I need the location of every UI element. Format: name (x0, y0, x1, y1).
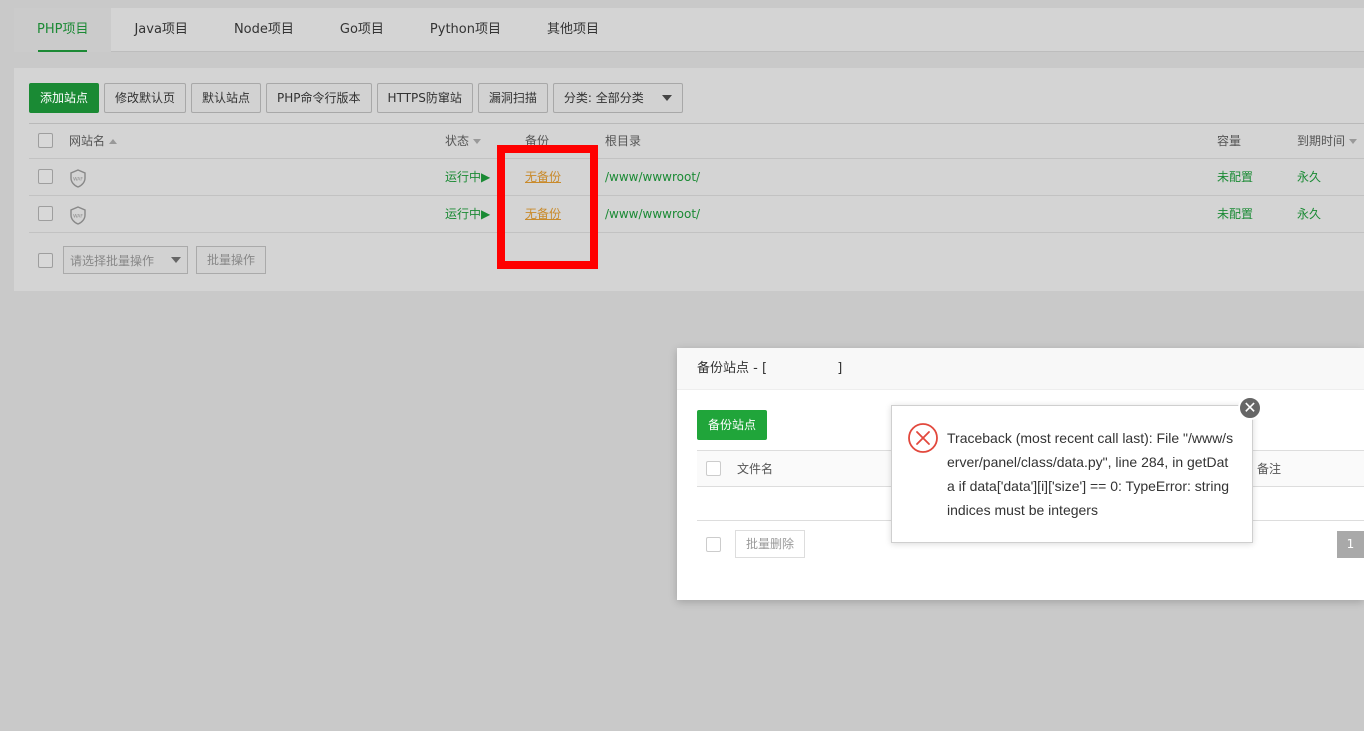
select-all-checkbox[interactable] (38, 133, 53, 148)
site-list-panel: 添加站点 修改默认页 默认站点 PHP命令行版本 HTTPS防窜站 漏洞扫描 分… (14, 68, 1364, 291)
capacity-link[interactable]: 未配置 (1217, 196, 1253, 232)
batch-operations: 请选择批量操作 批量操作 (38, 246, 267, 274)
error-x-icon (908, 423, 938, 453)
backup-site-button[interactable]: 备份站点 (697, 410, 768, 440)
waf-shield-icon[interactable]: WAF (69, 169, 87, 188)
row-checkbox[interactable] (38, 169, 53, 184)
default-site-button[interactable]: 默认站点 (191, 83, 262, 113)
table-row: WAF 运行中▶ 无备份 /www/wwwroot/ 未配置 永久 (29, 159, 1364, 196)
batch-operation-select[interactable]: 请选择批量操作 (63, 246, 188, 274)
tab-java[interactable]: Java项目 (111, 8, 210, 52)
php-cli-version-button[interactable]: PHP命令行版本 (266, 83, 372, 113)
error-message-popup: Traceback (most recent call last): File … (891, 405, 1253, 543)
batch-select-all-checkbox[interactable] (38, 252, 53, 268)
table-header: 网站名 状态 备份 根目录 容量 到期时间 (29, 124, 1364, 159)
status-running[interactable]: 运行中▶ (445, 159, 490, 195)
expire-link[interactable]: 永久 (1297, 159, 1321, 195)
category-select[interactable]: 分类: 全部分类 (552, 83, 683, 113)
header-filename: 文件名 (737, 462, 774, 476)
pagination-page[interactable]: 1 (1337, 531, 1364, 558)
sort-desc-icon (473, 139, 482, 144)
highlight-annotation-box (497, 145, 598, 269)
backup-footer-checkbox[interactable] (706, 536, 721, 552)
https-protect-button[interactable]: HTTPS防窜站 (376, 83, 473, 113)
sort-desc-icon (1349, 139, 1358, 144)
status-running[interactable]: 运行中▶ (445, 196, 490, 232)
header-site-name-label: 网站名 (69, 134, 106, 148)
batch-operation-button[interactable]: 批量操作 (196, 246, 267, 274)
capacity-link[interactable]: 未配置 (1217, 159, 1253, 195)
tab-php[interactable]: PHP项目 (14, 8, 112, 52)
chevron-down-icon (171, 257, 181, 263)
batch-select-placeholder: 请选择批量操作 (70, 253, 155, 268)
header-status-label: 状态 (445, 134, 470, 148)
backup-table-footer: 批量删除 (697, 530, 806, 558)
add-site-button[interactable]: 添加站点 (29, 83, 100, 113)
table-row: WAF 运行中▶ 无备份 /www/wwwroot/ 未配置 永久 (29, 196, 1364, 233)
header-expire[interactable]: 到期时间 (1297, 124, 1358, 158)
waf-label: WAF (73, 214, 83, 220)
root-dir-link[interactable]: /www/wwwroot/ (605, 196, 700, 232)
header-site-name[interactable]: 网站名 (69, 124, 118, 158)
project-tabs: PHP项目 Java项目 Node项目 Go项目 Python项目 其他项目 (14, 8, 1364, 52)
expire-link[interactable]: 永久 (1297, 196, 1321, 232)
sort-asc-icon (109, 139, 118, 144)
header-status[interactable]: 状态 (445, 124, 482, 158)
header-root-dir: 根目录 (605, 134, 642, 148)
header-expire-label: 到期时间 (1297, 134, 1346, 148)
error-message-text: Traceback (most recent call last): File … (947, 430, 1234, 518)
dialog-title: 备份站点 - [ ] (677, 348, 1364, 390)
tab-node[interactable]: Node项目 (211, 8, 317, 52)
header-capacity: 容量 (1217, 134, 1242, 148)
tab-python[interactable]: Python项目 (407, 8, 524, 52)
site-table: 网站名 状态 备份 根目录 容量 到期时间 WAF 运行中▶ 无备份 /www/… (29, 123, 1364, 233)
close-icon[interactable]: ✕ (1238, 396, 1262, 420)
waf-shield-icon[interactable]: WAF (69, 206, 87, 225)
root-dir-link[interactable]: /www/wwwroot/ (605, 159, 700, 195)
header-note: 备注 (1257, 462, 1282, 476)
waf-label: WAF (73, 177, 83, 183)
row-checkbox[interactable] (38, 206, 53, 221)
batch-delete-button[interactable]: 批量删除 (735, 530, 806, 558)
tab-other[interactable]: 其他项目 (524, 8, 622, 52)
edit-default-page-button[interactable]: 修改默认页 (104, 83, 187, 113)
category-select-label: 分类: 全部分类 (563, 91, 644, 105)
site-toolbar: 添加站点 修改默认页 默认站点 PHP命令行版本 HTTPS防窜站 漏洞扫描 分… (29, 83, 683, 113)
vuln-scan-button[interactable]: 漏洞扫描 (477, 83, 548, 113)
backup-select-all-checkbox[interactable] (706, 461, 721, 476)
chevron-down-icon (661, 95, 672, 101)
tab-go[interactable]: Go项目 (317, 8, 407, 52)
